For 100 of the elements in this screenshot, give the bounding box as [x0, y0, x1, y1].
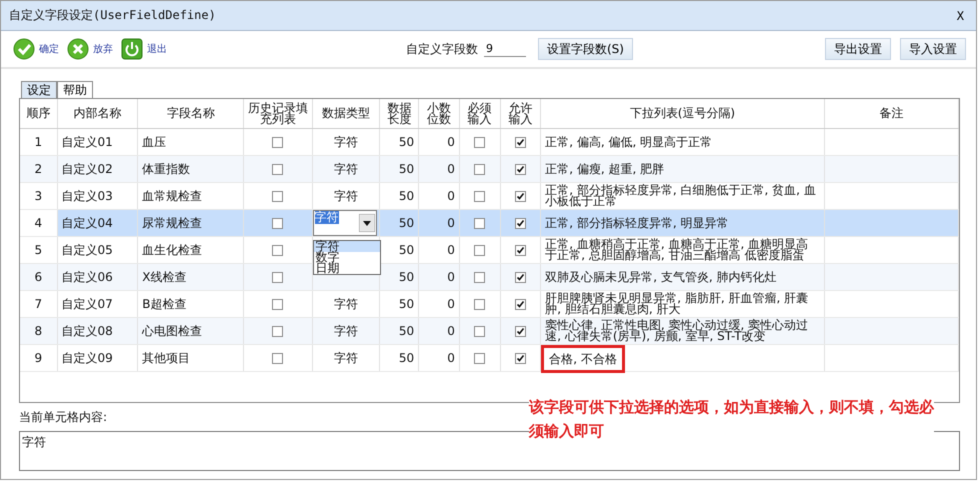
checkbox[interactable] [272, 191, 284, 202]
table-cell-text: 正常, 部分指标轻度异常, 白细胞低于正常, 贫血, 血小板低于正常 [545, 185, 817, 207]
table-cell: 血常规检查 [142, 188, 202, 202]
highlighted-cell-text: 合格, 不合格 [541, 345, 625, 373]
table-cell-text: 肝胆脾胰肾未见明显异常, 脂肪肝, 肝血管瘤, 肝囊肿, 胆结石胆囊息肉, 肝大 [545, 293, 810, 315]
table-cell: 体重指数 [142, 162, 190, 176]
table-cell: 字符 [334, 162, 358, 176]
table-cell: 0 [447, 351, 455, 365]
table-cell: 字符 [334, 350, 358, 364]
checked-checkbox[interactable] [514, 299, 526, 310]
checkbox[interactable] [474, 137, 486, 148]
table-cell: 50 [398, 216, 414, 230]
column-header: 备注 [879, 108, 904, 119]
close-button[interactable]: X [952, 8, 968, 22]
table-cell: 心电图检查 [142, 324, 202, 338]
checkbox[interactable] [474, 272, 486, 284]
column-header: 必须输入 [466, 102, 493, 124]
table-cell: B超检查 [142, 296, 186, 310]
checkbox[interactable] [272, 353, 284, 364]
table-cell: 自定义07 [62, 296, 113, 310]
checked-checkbox[interactable] [514, 191, 526, 202]
tab[interactable]: 设定 [21, 81, 57, 98]
table-cell: 自定义03 [62, 188, 113, 202]
table-cell: 血生化检查 [142, 242, 202, 256]
checkbox[interactable] [272, 218, 284, 230]
table-cell: 自定义09 [62, 350, 113, 364]
table-cell: 1 [34, 135, 42, 149]
toolbar-button[interactable]: 确定 [11, 38, 61, 60]
table-cell: 自定义02 [62, 162, 113, 176]
table-cell: 4 [34, 216, 42, 230]
table-cell: 0 [447, 243, 455, 257]
checked-checkbox[interactable] [514, 245, 526, 256]
checked-checkbox[interactable] [514, 326, 526, 338]
column-header: 内部名称 [73, 108, 122, 119]
checkbox[interactable] [474, 218, 486, 230]
check-circle-icon [13, 38, 35, 60]
checked-checkbox[interactable] [514, 353, 526, 364]
table-cell: 正常, 部分指标轻度异常, 明显异常 [545, 218, 728, 228]
table-cell: 3 [34, 189, 42, 203]
checked-checkbox[interactable] [514, 218, 526, 230]
table-cell: 自定义08 [62, 324, 113, 338]
table-cell: 0 [447, 162, 455, 176]
column-header: 数据长度 [386, 102, 412, 124]
toolbar-button[interactable]: 退出 [119, 38, 169, 60]
table-cell: 自定义01 [62, 134, 113, 148]
table-cell: 0 [447, 297, 455, 311]
checked-checkbox[interactable] [514, 137, 526, 148]
field-count-input[interactable]: 9 [484, 41, 526, 57]
checkbox[interactable] [272, 137, 284, 148]
table-cell-text: 窦性心律, 正常性电图, 窦性心动过缓, 窦性心动过速, 心律失常(房早), 房颤, 室早, ST-T改变 [545, 320, 810, 342]
checkbox[interactable] [272, 164, 284, 176]
table-cell: 50 [398, 297, 414, 311]
table-cell: 0 [447, 189, 455, 203]
table-cell: 50 [398, 270, 414, 284]
table-cell: 自定义04 [62, 216, 113, 230]
checkbox[interactable] [474, 245, 486, 256]
table-cell: 正常, 偏瘦, 超重, 肥胖 [545, 164, 664, 174]
checkbox[interactable] [474, 326, 486, 338]
checkbox[interactable] [474, 299, 486, 310]
checked-checkbox[interactable] [514, 164, 526, 176]
table-cell: 2 [34, 162, 42, 176]
table-cell: X线检查 [142, 270, 186, 284]
column-header: 顺序 [26, 108, 50, 119]
table-cell: 8 [34, 324, 42, 338]
table-cell: 0 [447, 324, 455, 338]
table-cell: 字符 [334, 324, 358, 338]
dropdown-value: 字符 [314, 211, 338, 224]
checkbox[interactable] [272, 326, 284, 338]
dropdown-option[interactable]: 字符 [314, 241, 380, 252]
table-cell-text: 正常, 血糖稍高于正常, 血糖高于正常, 血糖明显高于正常, 总胆固醇增高, 甘油三酯增高 低密度脂蛋 [545, 239, 810, 261]
toolbar-button[interactable]: 导入设置 [900, 38, 966, 60]
type-dropdown[interactable]: 字符 [312, 210, 376, 236]
checked-checkbox[interactable] [514, 272, 526, 284]
checkbox[interactable] [272, 245, 284, 256]
table-cell: 6 [34, 270, 42, 284]
power-icon [121, 38, 143, 60]
set-field-count-button[interactable]: 设置字段数(S) [538, 38, 633, 60]
table-cell: 0 [447, 270, 455, 284]
table-cell: 字符 [334, 188, 358, 202]
table-cell: 双肺及心膈未见异常, 支气管炎, 肺内钙化灶 [545, 272, 776, 282]
toolbar-button[interactable]: 导出设置 [825, 38, 891, 60]
column-header: 历史记录填充列表 [246, 102, 309, 124]
table-cell: 字符 [334, 296, 358, 310]
toolbar-button[interactable]: 放弃 [65, 38, 115, 60]
checkbox[interactable] [474, 164, 486, 176]
table-cell: 50 [398, 324, 414, 338]
table-cell: 血压 [142, 134, 166, 148]
column-header: 下拉列表(逗号分隔) [630, 108, 736, 119]
checkbox[interactable] [272, 299, 284, 310]
dropdown-option[interactable]: 数字 [314, 252, 380, 263]
checkbox[interactable] [474, 191, 486, 202]
current-cell-label: 当前单元格内容: [19, 409, 108, 426]
table-cell: 5 [34, 243, 42, 257]
table-cell: 0 [447, 135, 455, 149]
table-cell: 自定义06 [62, 270, 113, 284]
checkbox[interactable] [474, 353, 486, 364]
table-cell: 7 [34, 297, 42, 311]
checkbox[interactable] [272, 272, 284, 284]
tab[interactable]: 帮助 [57, 81, 93, 98]
x-circle-icon [67, 38, 89, 60]
